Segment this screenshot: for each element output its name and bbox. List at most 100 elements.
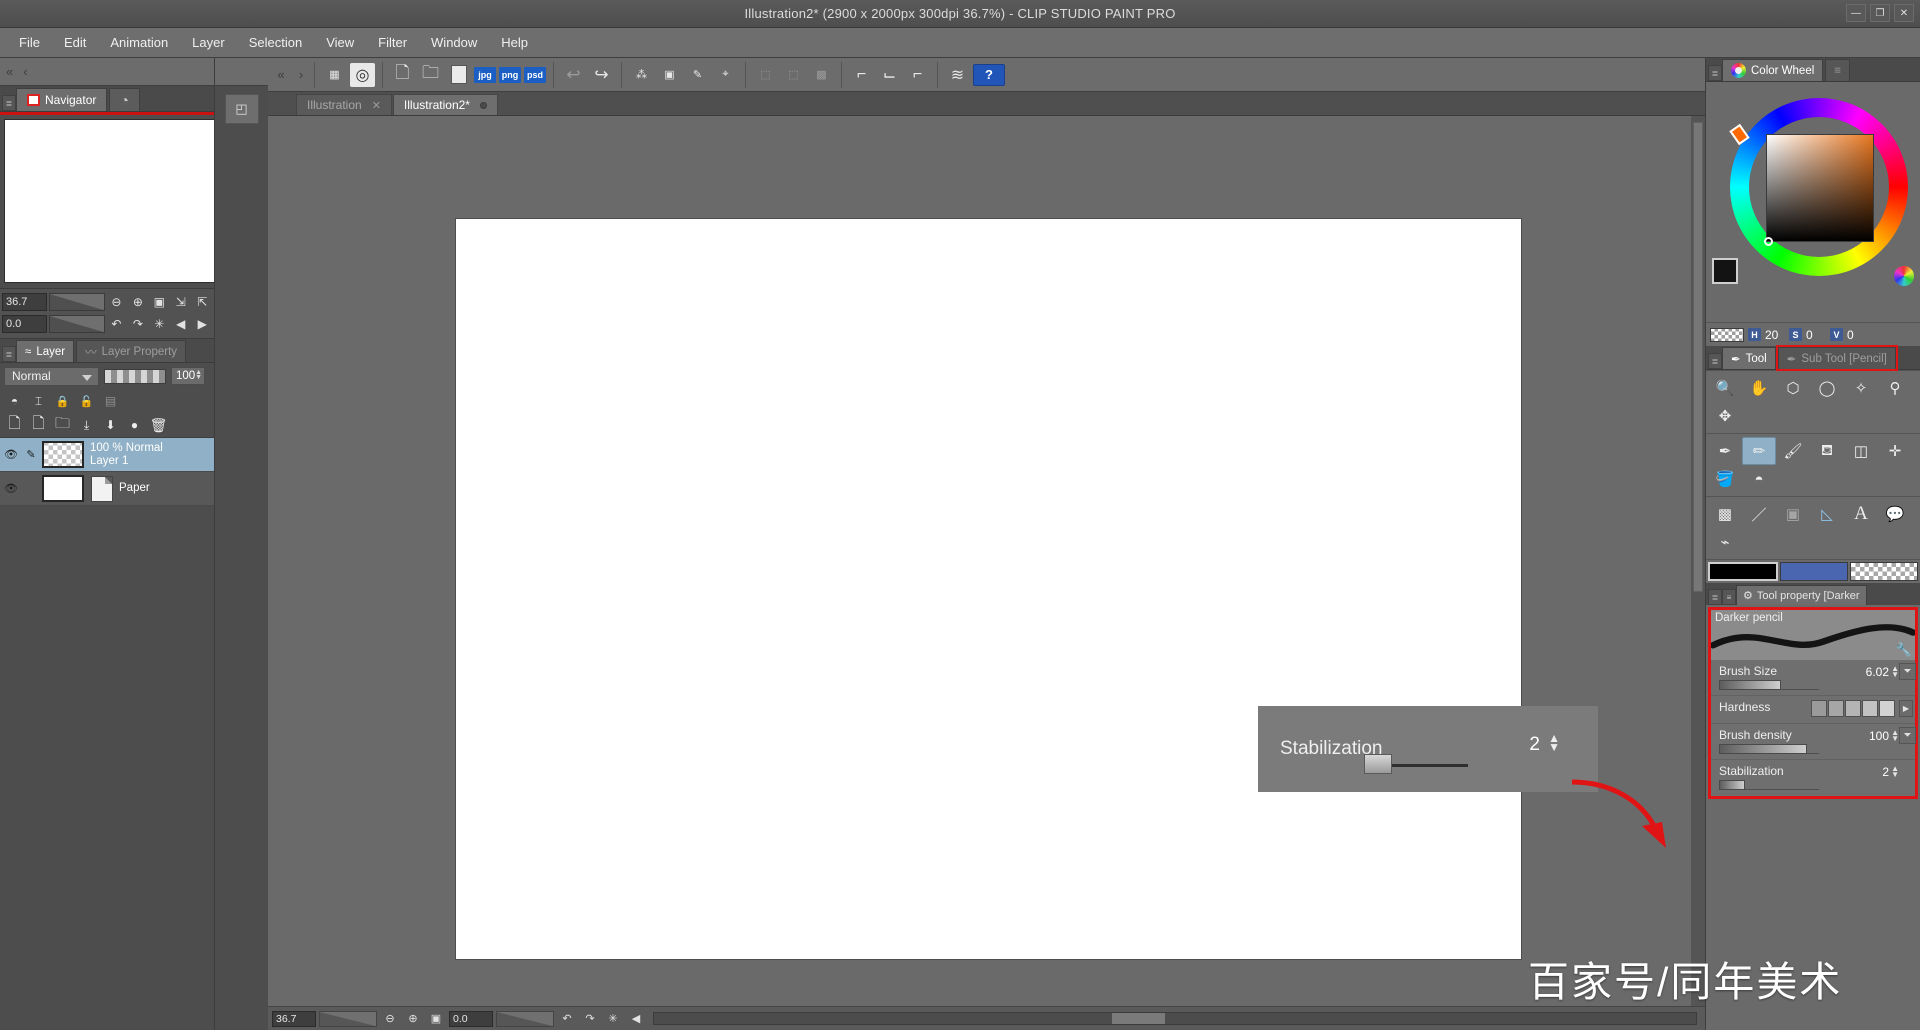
merge-down-icon[interactable]: ⬇	[100, 415, 121, 435]
brush-tool[interactable]: 🖌	[1776, 437, 1810, 465]
transparency-swatch[interactable]	[1710, 327, 1744, 342]
transparent-color-swatch[interactable]	[1850, 562, 1918, 581]
layer-menu-icon[interactable]: ≣	[2, 346, 16, 362]
hardness-cell[interactable]	[1845, 700, 1861, 717]
brush-density-slider[interactable]	[1719, 744, 1819, 754]
menu-layer[interactable]: Layer	[181, 31, 236, 54]
nav-next-button[interactable]: ▶	[193, 314, 212, 334]
hardness-cell[interactable]	[1879, 700, 1895, 717]
transform-icon[interactable]: ⌖	[713, 63, 738, 87]
export-png-button[interactable]: png	[499, 66, 521, 83]
clipping-icon[interactable]: ⌶	[28, 391, 49, 411]
tab-tool-property[interactable]: ⚙ Tool property [Darker	[1736, 585, 1867, 605]
help-button[interactable]: ?	[973, 63, 1005, 86]
close-button[interactable]: ✕	[1894, 4, 1914, 22]
auto-select-tool[interactable]: ✧	[1844, 374, 1878, 402]
open-file-icon[interactable]: 🗀	[418, 63, 443, 87]
mask-circle-icon[interactable]: ●	[124, 415, 145, 435]
menu-selection[interactable]: Selection	[238, 31, 313, 54]
saturation-value[interactable]: 0	[1806, 328, 1826, 342]
lock-transparency-icon[interactable]: 🔓	[76, 391, 97, 411]
color-mode-toggle-icon[interactable]	[1894, 266, 1914, 286]
status-prev-button[interactable]: ◀	[626, 1010, 646, 1028]
rotate-canvas-tool[interactable]: ⬡	[1776, 374, 1810, 402]
flip-horizontal-button[interactable]: ⇲	[171, 292, 190, 312]
hardness-cell[interactable]	[1862, 700, 1878, 717]
minimize-button[interactable]: —	[1846, 4, 1866, 22]
ruler-grid-icon[interactable]: ▩	[809, 63, 834, 87]
navigator-rotate-slider[interactable]	[48, 315, 105, 333]
dock-back-icon[interactable]: ‹	[23, 64, 27, 79]
invert-icon[interactable]: ⬚	[781, 63, 806, 87]
layer-stack-icon[interactable]: ≋	[945, 63, 970, 87]
stabilization-popup[interactable]: Stabilization 2 ▲ ▼	[1258, 706, 1598, 792]
brush-size-stepper[interactable]: ▲ ▼	[1891, 665, 1899, 679]
transfer-down-icon[interactable]: ⤓	[76, 415, 97, 435]
line-figure-tool[interactable]: ／	[1742, 500, 1776, 528]
horizontal-scrollbar[interactable]	[653, 1012, 1697, 1025]
fill-tool[interactable]: 🪣	[1708, 465, 1742, 493]
menu-help[interactable]: Help	[490, 31, 539, 54]
zoom-in-button[interactable]: ⊕	[128, 292, 147, 312]
decoration-tool[interactable]: ⌁	[1708, 528, 1742, 556]
vertical-scroll-thumb[interactable]	[1693, 122, 1703, 592]
grid-layout-icon[interactable]: ▦	[322, 63, 347, 87]
tab-tool[interactable]: ✒ Tool	[1722, 347, 1776, 369]
hardness-selector[interactable]	[1811, 700, 1895, 717]
layer-visibility-icon[interactable]: 👁	[2, 482, 20, 495]
new-folder-icon[interactable]: 🗀	[52, 415, 73, 435]
tab-layer[interactable]: ≈ Layer	[16, 340, 75, 362]
brush-settings-icon[interactable]: 🔧	[1896, 642, 1912, 658]
dock-collapse-icon[interactable]: «	[6, 64, 13, 79]
status-zoom-in-button[interactable]: ⊕	[403, 1010, 423, 1028]
ruler-effect-icon[interactable]: ▤	[100, 391, 121, 411]
brush-size-value[interactable]: 6.02	[1866, 665, 1889, 679]
layer-edit-icon[interactable]: ✎	[23, 448, 39, 461]
hardness-cell[interactable]	[1811, 700, 1827, 717]
close-icon[interactable]: ✕	[372, 99, 381, 112]
navigator-zoom-value[interactable]: 36.7	[2, 293, 47, 311]
brush-density-stepper[interactable]: ▲ ▼	[1891, 729, 1899, 743]
navigator-menu-icon[interactable]: ≣	[2, 95, 16, 111]
new-raster-layer-icon[interactable]: 🗋	[4, 415, 25, 435]
status-rotate-value[interactable]: 0.0	[449, 1010, 493, 1027]
color-wheel-widget[interactable]	[1706, 82, 1920, 322]
status-rotate-slider[interactable]	[496, 1010, 554, 1027]
stabilization-value[interactable]: 2	[1882, 765, 1889, 779]
pen-tool[interactable]: ✒	[1708, 437, 1742, 465]
panel-split-icon[interactable]: ⌙	[877, 63, 902, 87]
tool-property-menu-icon[interactable]: ≣	[1708, 589, 1722, 605]
balloon-tool[interactable]: 💬	[1878, 500, 1912, 528]
zoom-out-button[interactable]: ⊖	[107, 292, 126, 312]
main-color-swatch[interactable]	[1708, 562, 1778, 581]
pencil-tool[interactable]: ✏	[1742, 437, 1776, 465]
sub-view-panel-icon[interactable]: ◰	[224, 94, 259, 124]
menu-file[interactable]: File	[8, 31, 51, 54]
status-reset-button[interactable]: ✳	[603, 1010, 623, 1028]
layer-visibility-icon[interactable]: 👁	[2, 448, 20, 461]
document-tab-illustration2[interactable]: Illustration2*	[392, 94, 498, 115]
tab-navigator[interactable]: Navigator	[16, 88, 108, 111]
brush-preview-header[interactable]: Darker pencil 🔧	[1711, 610, 1915, 660]
magnifier-tool[interactable]: 🔍	[1708, 374, 1742, 402]
lasso-select-tool[interactable]: ◯	[1810, 374, 1844, 402]
stabilization-popup-stepper[interactable]: ▲ ▼	[1548, 732, 1560, 753]
blend-mode-select[interactable]: Normal	[4, 366, 99, 386]
menu-window[interactable]: Window	[420, 31, 488, 54]
table-row[interactable]: 👁 ✎ 100 % Normal Layer 1	[0, 438, 214, 472]
fit-screen-button[interactable]: ▣	[150, 292, 169, 312]
brush-size-slider[interactable]	[1719, 680, 1819, 690]
menu-animation[interactable]: Animation	[99, 31, 179, 54]
hardness-cell[interactable]	[1828, 700, 1844, 717]
tool-menu-icon[interactable]: ≣	[1708, 353, 1722, 369]
modified-dot-icon[interactable]	[479, 101, 487, 109]
command-prev-icon[interactable]: «	[272, 67, 290, 82]
saturation-value-square[interactable]	[1766, 134, 1874, 242]
canvas-area[interactable]	[268, 116, 1705, 1006]
status-zoom-out-button[interactable]: ⊖	[380, 1010, 400, 1028]
opacity-stepper[interactable]: ▲ ▼	[195, 369, 202, 381]
status-rotate-left-button[interactable]: ↶	[557, 1010, 577, 1028]
new-file-icon[interactable]: 🗋	[390, 63, 415, 87]
menu-edit[interactable]: Edit	[53, 31, 97, 54]
tab-color-wheel[interactable]: Color Wheel	[1722, 59, 1824, 81]
